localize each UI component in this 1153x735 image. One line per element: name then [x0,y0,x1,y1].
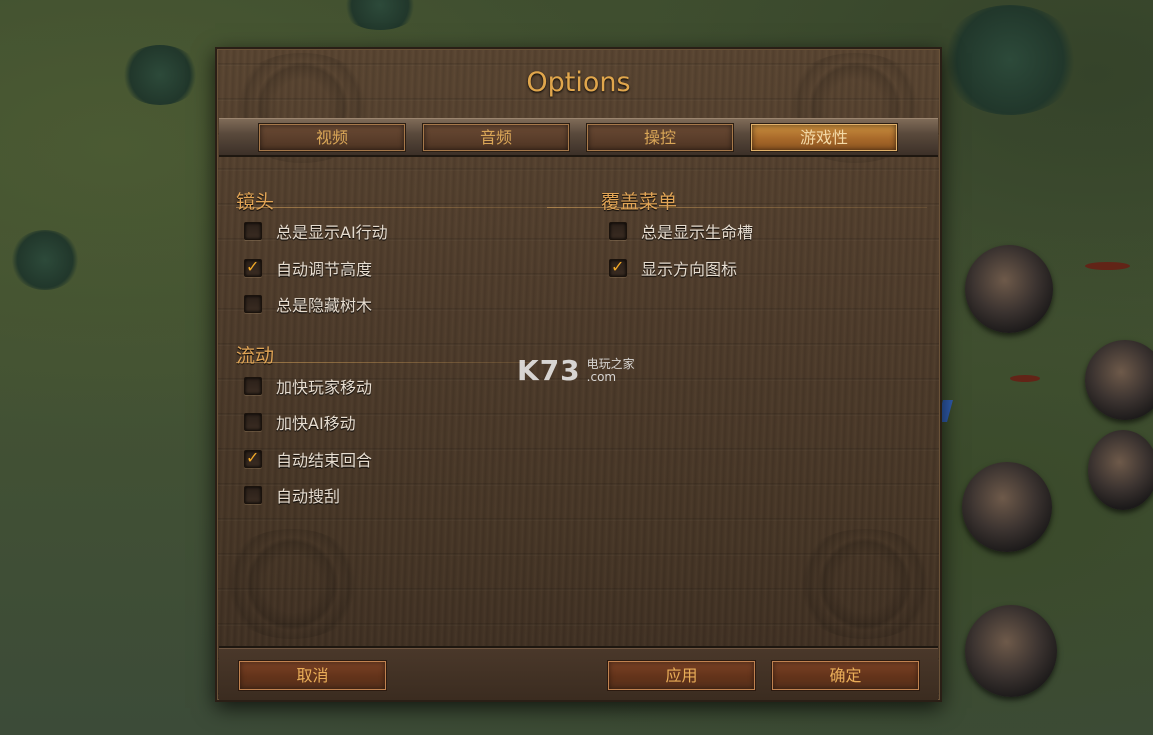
watermark-line1: 电玩之家 [586,356,635,371]
watermark-subtext: 电玩之家 .com [586,356,635,384]
checkbox[interactable] [244,486,262,504]
section-divider [236,362,536,363]
dialog-footer: 取消 应用 确定 [219,646,938,700]
blood-splatter [1010,375,1040,382]
checkbox[interactable]: ✓ [244,448,262,468]
option-label: 显示方向图标 [641,260,738,279]
bush-decoration [120,45,200,105]
option-label: 加快玩家移动 [276,378,373,397]
section-title-overlay: 覆盖菜单 [601,191,678,213]
option-auto-adjust-height[interactable]: ✓ 自动调节高度 [244,257,372,279]
option-label: 总是显示生命槽 [641,223,754,242]
option-faster-player-movement[interactable]: 加快玩家移动 [244,375,372,397]
cancel-button[interactable]: 取消 [239,661,386,690]
checkbox[interactable] [609,222,627,240]
bush-decoration [940,5,1080,115]
corner-ornament [790,529,940,639]
checkbox[interactable] [244,222,262,240]
checkmark-icon: ✓ [246,448,260,467]
checkmark-icon: ✓ [246,257,260,276]
watermark-logo: K73 电玩之家 .com [517,354,635,387]
option-label: 自动调节高度 [276,260,373,279]
watermark-line2: .com [586,369,617,384]
apply-button[interactable]: 应用 [608,661,755,690]
option-label: 总是显示AI行动 [276,223,388,242]
option-always-show-health-bar[interactable]: 总是显示生命槽 [609,220,753,242]
section-title-camera: 镜头 [236,191,275,213]
character-token[interactable] [1088,430,1153,510]
dialog-title: Options [526,67,631,98]
blood-splatter [1085,262,1130,270]
bush-decoration [340,0,420,30]
tab-controls[interactable]: 操控 [587,124,733,151]
option-auto-end-turn[interactable]: ✓ 自动结束回合 [244,448,372,470]
option-show-direction-icon[interactable]: ✓ 显示方向图标 [609,257,737,279]
checkbox[interactable]: ✓ [244,257,262,277]
character-token[interactable] [1085,340,1153,420]
section-divider [547,207,927,208]
tab-audio[interactable]: 音频 [423,124,569,151]
option-faster-ai-movement[interactable]: 加快AI移动 [244,411,356,433]
character-token[interactable] [965,605,1057,697]
checkbox[interactable] [244,377,262,395]
ok-button[interactable]: 确定 [772,661,919,690]
option-label: 加快AI移动 [276,414,356,433]
section-divider [236,207,566,208]
character-token[interactable] [965,245,1053,333]
corner-ornament [217,529,367,639]
character-token[interactable] [962,462,1052,552]
option-label: 总是隐藏树木 [276,296,373,315]
checkbox[interactable]: ✓ [609,257,627,277]
watermark-logo-text: K73 [517,354,581,387]
game-background: Options 视频 音频 操控 游戏性 镜头 总是显示AI行动 ✓ 自动调节高… [0,0,1153,735]
option-label: 自动搜刮 [276,487,341,506]
tab-bar: 视频 音频 操控 游戏性 [219,118,938,157]
checkbox[interactable] [244,413,262,431]
checkmark-icon: ✓ [611,257,625,276]
bush-decoration [10,230,80,290]
option-always-show-ai-actions[interactable]: 总是显示AI行动 [244,220,388,242]
tab-video[interactable]: 视频 [259,124,405,151]
checkbox[interactable] [244,295,262,313]
tab-gameplay[interactable]: 游戏性 [751,124,897,151]
option-label: 自动结束回合 [276,451,373,470]
option-always-hide-trees[interactable]: 总是隐藏树木 [244,293,372,315]
options-dialog: Options 视频 音频 操控 游戏性 镜头 总是显示AI行动 ✓ 自动调节高… [215,47,942,702]
option-auto-loot[interactable]: 自动搜刮 [244,484,340,506]
section-title-flow: 流动 [236,345,275,367]
